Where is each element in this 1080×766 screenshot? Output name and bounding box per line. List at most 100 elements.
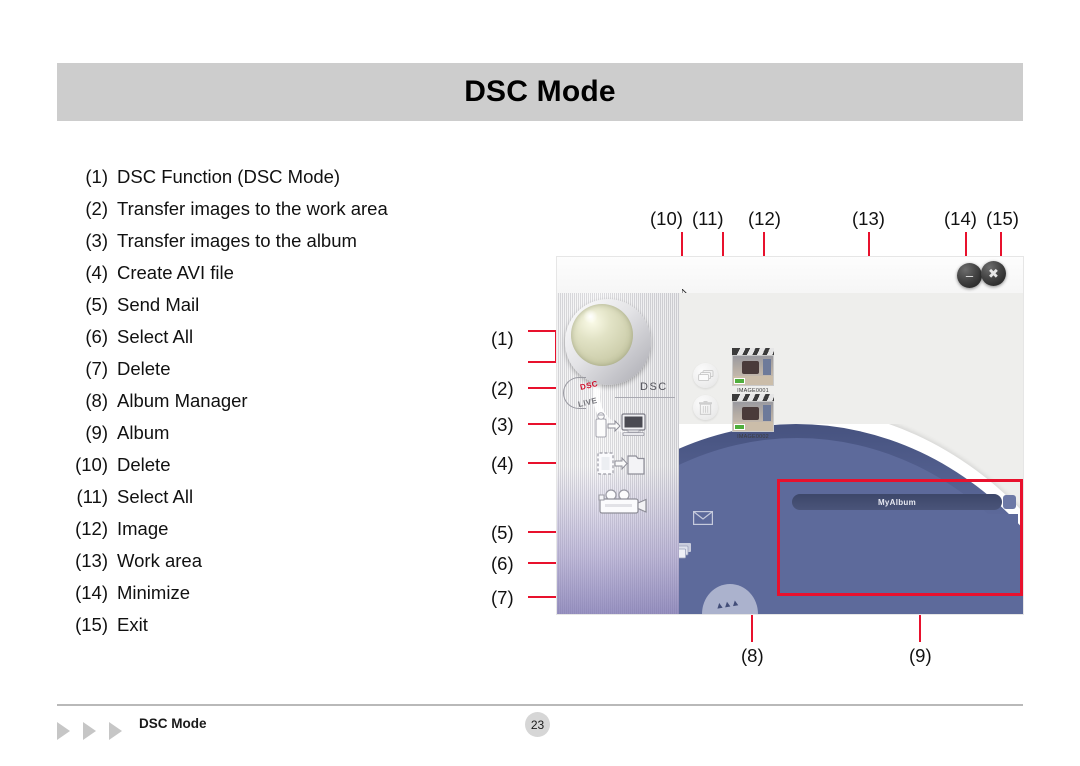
page-number: 23 xyxy=(525,712,550,737)
page-title: DSC Mode xyxy=(464,75,616,108)
minimize-button[interactable]: – xyxy=(957,263,982,288)
callout-12: (12) xyxy=(748,208,781,229)
legend-label: DSC Function (DSC Mode) xyxy=(117,166,341,187)
legend-number: (6) xyxy=(85,326,108,347)
list-item: (1) DSC Function (DSC Mode) xyxy=(60,166,460,198)
thumb-shape-object xyxy=(742,361,759,374)
legend-number: (5) xyxy=(85,294,108,315)
mode-dial[interactable] xyxy=(571,304,633,366)
legend-number: (10) xyxy=(75,454,108,475)
callout-9: (9) xyxy=(909,645,932,666)
callout-2: (2) xyxy=(491,378,514,399)
list-item: (2) Transfer images to the work area xyxy=(60,198,460,230)
thumbnail-item[interactable]: IMAGE0001 xyxy=(732,348,774,394)
legend-number: (12) xyxy=(75,518,108,539)
callout-6: (6) xyxy=(491,553,514,574)
callout-3: (3) xyxy=(491,414,514,435)
list-item: (5) Send Mail xyxy=(60,294,460,326)
trash-can-icon xyxy=(699,400,712,415)
legend-label: Album Manager xyxy=(117,390,248,411)
legend-number: (4) xyxy=(85,262,108,283)
legend-number: (3) xyxy=(85,230,108,251)
delete-workarea-button[interactable] xyxy=(693,395,718,420)
legend-label: Album xyxy=(117,422,170,443)
list-item: (10) Delete xyxy=(60,454,460,486)
legend-label: Create AVI file xyxy=(117,262,234,283)
legend-label: Transfer images to the album xyxy=(117,230,357,251)
thumbnail-caption: IMAGE0002 xyxy=(737,434,769,440)
legend-list: (1) DSC Function (DSC Mode) (2) Transfer… xyxy=(60,166,460,646)
callout-10: (10) xyxy=(650,208,683,229)
dial-highlight xyxy=(583,310,598,323)
callout-1: (1) xyxy=(491,328,514,349)
device-metal-panel: DSC LIVE DSC xyxy=(557,293,679,614)
card-to-folder-icon[interactable] xyxy=(597,451,645,477)
legend-label: Transfer images to the work area xyxy=(117,198,388,219)
callout-15: (15) xyxy=(986,208,1019,229)
film-strip-header xyxy=(732,394,774,401)
thumb-shape-wall xyxy=(763,405,771,421)
list-item: (15) Exit xyxy=(60,614,460,646)
footer-divider xyxy=(57,704,1023,706)
legend-label: Select All xyxy=(117,486,194,507)
callout-13: (13) xyxy=(852,208,885,229)
list-item: (8) Album Manager xyxy=(60,390,460,422)
close-icon: ✖ xyxy=(988,266,999,281)
legend-label: Image xyxy=(117,518,169,539)
thumbnail-badge xyxy=(734,378,745,384)
list-item: (3) Transfer images to the album xyxy=(60,230,460,262)
legend-number: (11) xyxy=(76,486,108,507)
list-item: (13) Work area xyxy=(60,550,460,582)
callout-11: (11) xyxy=(692,208,724,229)
triangle-icon xyxy=(57,722,70,740)
legend-number: (14) xyxy=(75,582,108,603)
list-item: (14) Minimize xyxy=(60,582,460,614)
thumbnail-item[interactable]: IMAGE0002 xyxy=(732,394,774,440)
triangle-icon xyxy=(83,722,96,740)
legend-number: (1) xyxy=(85,166,108,187)
list-item: (7) Delete xyxy=(60,358,460,390)
legend-label: Send Mail xyxy=(117,294,200,315)
thumbnail-badge xyxy=(734,424,745,430)
page-footer: DSC Mode 23 xyxy=(57,712,1023,748)
manual-page: DSC Mode (1) DSC Function (DSC Mode) (2)… xyxy=(0,0,1080,766)
list-item: (9) Album xyxy=(60,422,460,454)
callout-4: (4) xyxy=(491,453,514,474)
footer-label: DSC Mode xyxy=(139,716,207,731)
callout-8: (8) xyxy=(741,645,764,666)
video-camera-icon[interactable] xyxy=(597,489,649,519)
legend-label: Exit xyxy=(117,614,148,635)
legend-number: (7) xyxy=(85,358,108,379)
legend-label: Delete xyxy=(117,454,171,475)
callout-5: (5) xyxy=(491,522,514,543)
legend-label: Delete xyxy=(117,358,171,379)
triangle-icon xyxy=(109,722,122,740)
callout-14: (14) xyxy=(944,208,977,229)
legend-label: Work area xyxy=(117,550,202,571)
highlight-album-region xyxy=(777,479,1023,596)
dsc-mode-label: DSC xyxy=(640,381,668,393)
legend-number: (9) xyxy=(85,422,108,443)
camera-to-monitor-icon[interactable] xyxy=(595,411,647,439)
thumbnail-image xyxy=(732,401,774,432)
legend-label: Select All xyxy=(117,326,194,347)
exit-button[interactable]: ✖ xyxy=(981,261,1006,286)
envelope-icon xyxy=(693,511,713,525)
thumbnail-image xyxy=(732,355,774,386)
callout-7: (7) xyxy=(491,587,514,608)
legend-number: (13) xyxy=(75,550,108,571)
dsc-label-rule xyxy=(615,397,675,398)
list-item: (11) Select All xyxy=(60,486,460,518)
select-all-workarea-button[interactable] xyxy=(693,363,718,388)
minimize-icon: – xyxy=(965,268,974,283)
legend-number: (8) xyxy=(85,390,108,411)
list-item: (12) Image xyxy=(60,518,460,550)
legend-number: (2) xyxy=(85,198,108,219)
legend-number: (15) xyxy=(75,614,108,635)
legend-label: Minimize xyxy=(117,582,190,603)
app-titlebar xyxy=(557,257,1023,293)
thumb-shape-wall xyxy=(763,359,771,375)
list-item: (6) Select All xyxy=(60,326,460,358)
page-title-banner: DSC Mode xyxy=(57,63,1023,121)
list-item: (4) Create AVI file xyxy=(60,262,460,294)
